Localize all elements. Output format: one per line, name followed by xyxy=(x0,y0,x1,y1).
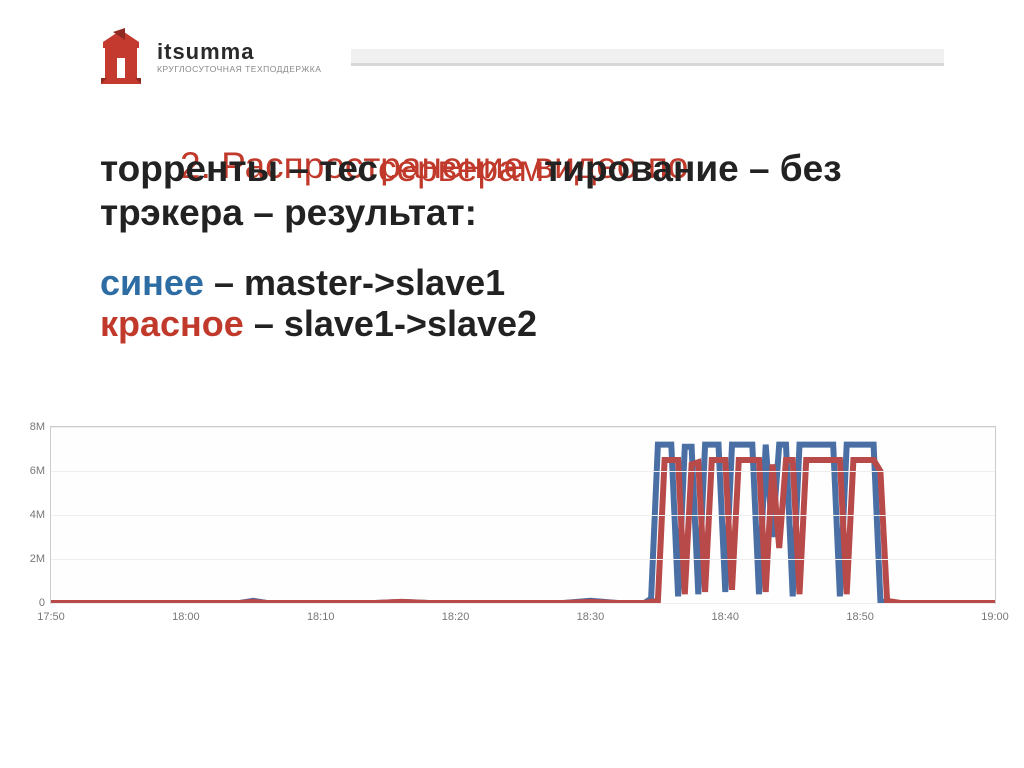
slide: itsumma КРУГЛОСУТОЧНАЯ ТЕХПОДДЕРЖКА 2. Р… xyxy=(0,0,1024,768)
header: itsumma КРУГЛОСУТОЧНАЯ ТЕХПОДДЕРЖКА xyxy=(95,24,944,90)
title-mix-post: тирование – без xyxy=(544,148,842,189)
chart-xtick: 18:30 xyxy=(577,611,605,623)
chart-gridline xyxy=(51,471,995,472)
chart-xtick: 18:40 xyxy=(712,611,740,623)
header-divider xyxy=(351,49,944,66)
logo-subtitle: КРУГЛОСУТОЧНАЯ ТЕХПОДДЕРЖКА xyxy=(157,65,321,74)
legend-blue-label: синее xyxy=(100,262,204,303)
chart-series-line xyxy=(51,460,995,603)
chart-plot-area: 02M4M6M8M17:5018:0018:1018:2018:3018:401… xyxy=(50,426,996,604)
chart-gridline xyxy=(51,603,995,604)
legend-blue-desc: – master->slave1 xyxy=(204,262,505,303)
chart-ytick: 6M xyxy=(30,465,51,477)
chart-xtick: 19:00 xyxy=(981,611,1009,623)
chart-ytick: 0 xyxy=(39,597,51,609)
chart-ytick: 8M xyxy=(30,421,51,433)
title-mix-pre: торренты – тес xyxy=(100,148,378,189)
logo-brand: itsumma xyxy=(157,41,321,63)
legend-red-label: красное xyxy=(100,303,244,344)
legend-red-desc: – slave1->slave2 xyxy=(244,303,537,344)
title-mix-red: серверам xyxy=(378,148,544,189)
logo: itsumma КРУГЛОСУТОЧНАЯ ТЕХПОДДЕРЖКА xyxy=(95,28,321,86)
chart-xtick: 17:50 xyxy=(37,611,65,623)
chart-xtick: 18:20 xyxy=(442,611,470,623)
logo-mark-icon xyxy=(95,28,147,86)
chart: 0 2M 4M 6M 8M 17:50 18:00 18:10 18:20 18:30 18:40 1… xyxy=(8,418,1016,628)
legend-row-blue: синее – master->slave1 xyxy=(100,262,924,303)
chart-ytick: 2M xyxy=(30,553,51,565)
legend-row-red: красное – slave1->slave2 xyxy=(100,303,924,344)
chart-gridline xyxy=(51,515,995,516)
slide-title-line2: трэкера – результат: xyxy=(100,192,924,234)
chart-gridline xyxy=(51,559,995,560)
chart-gridline xyxy=(51,427,995,428)
chart-ytick: 4M xyxy=(30,509,51,521)
chart-xtick: 18:50 xyxy=(846,611,874,623)
content: 2. Распространение видео по торренты – т… xyxy=(100,145,924,344)
legend: синее – master->slave1 красное – slave1-… xyxy=(100,262,924,345)
logo-text: itsumma КРУГЛОСУТОЧНАЯ ТЕХПОДДЕРЖКА xyxy=(157,41,321,74)
chart-xtick: 18:10 xyxy=(307,611,335,623)
chart-xtick: 18:00 xyxy=(172,611,200,623)
slide-title-mix: торренты – тессерверамтирование – без xyxy=(100,148,924,190)
